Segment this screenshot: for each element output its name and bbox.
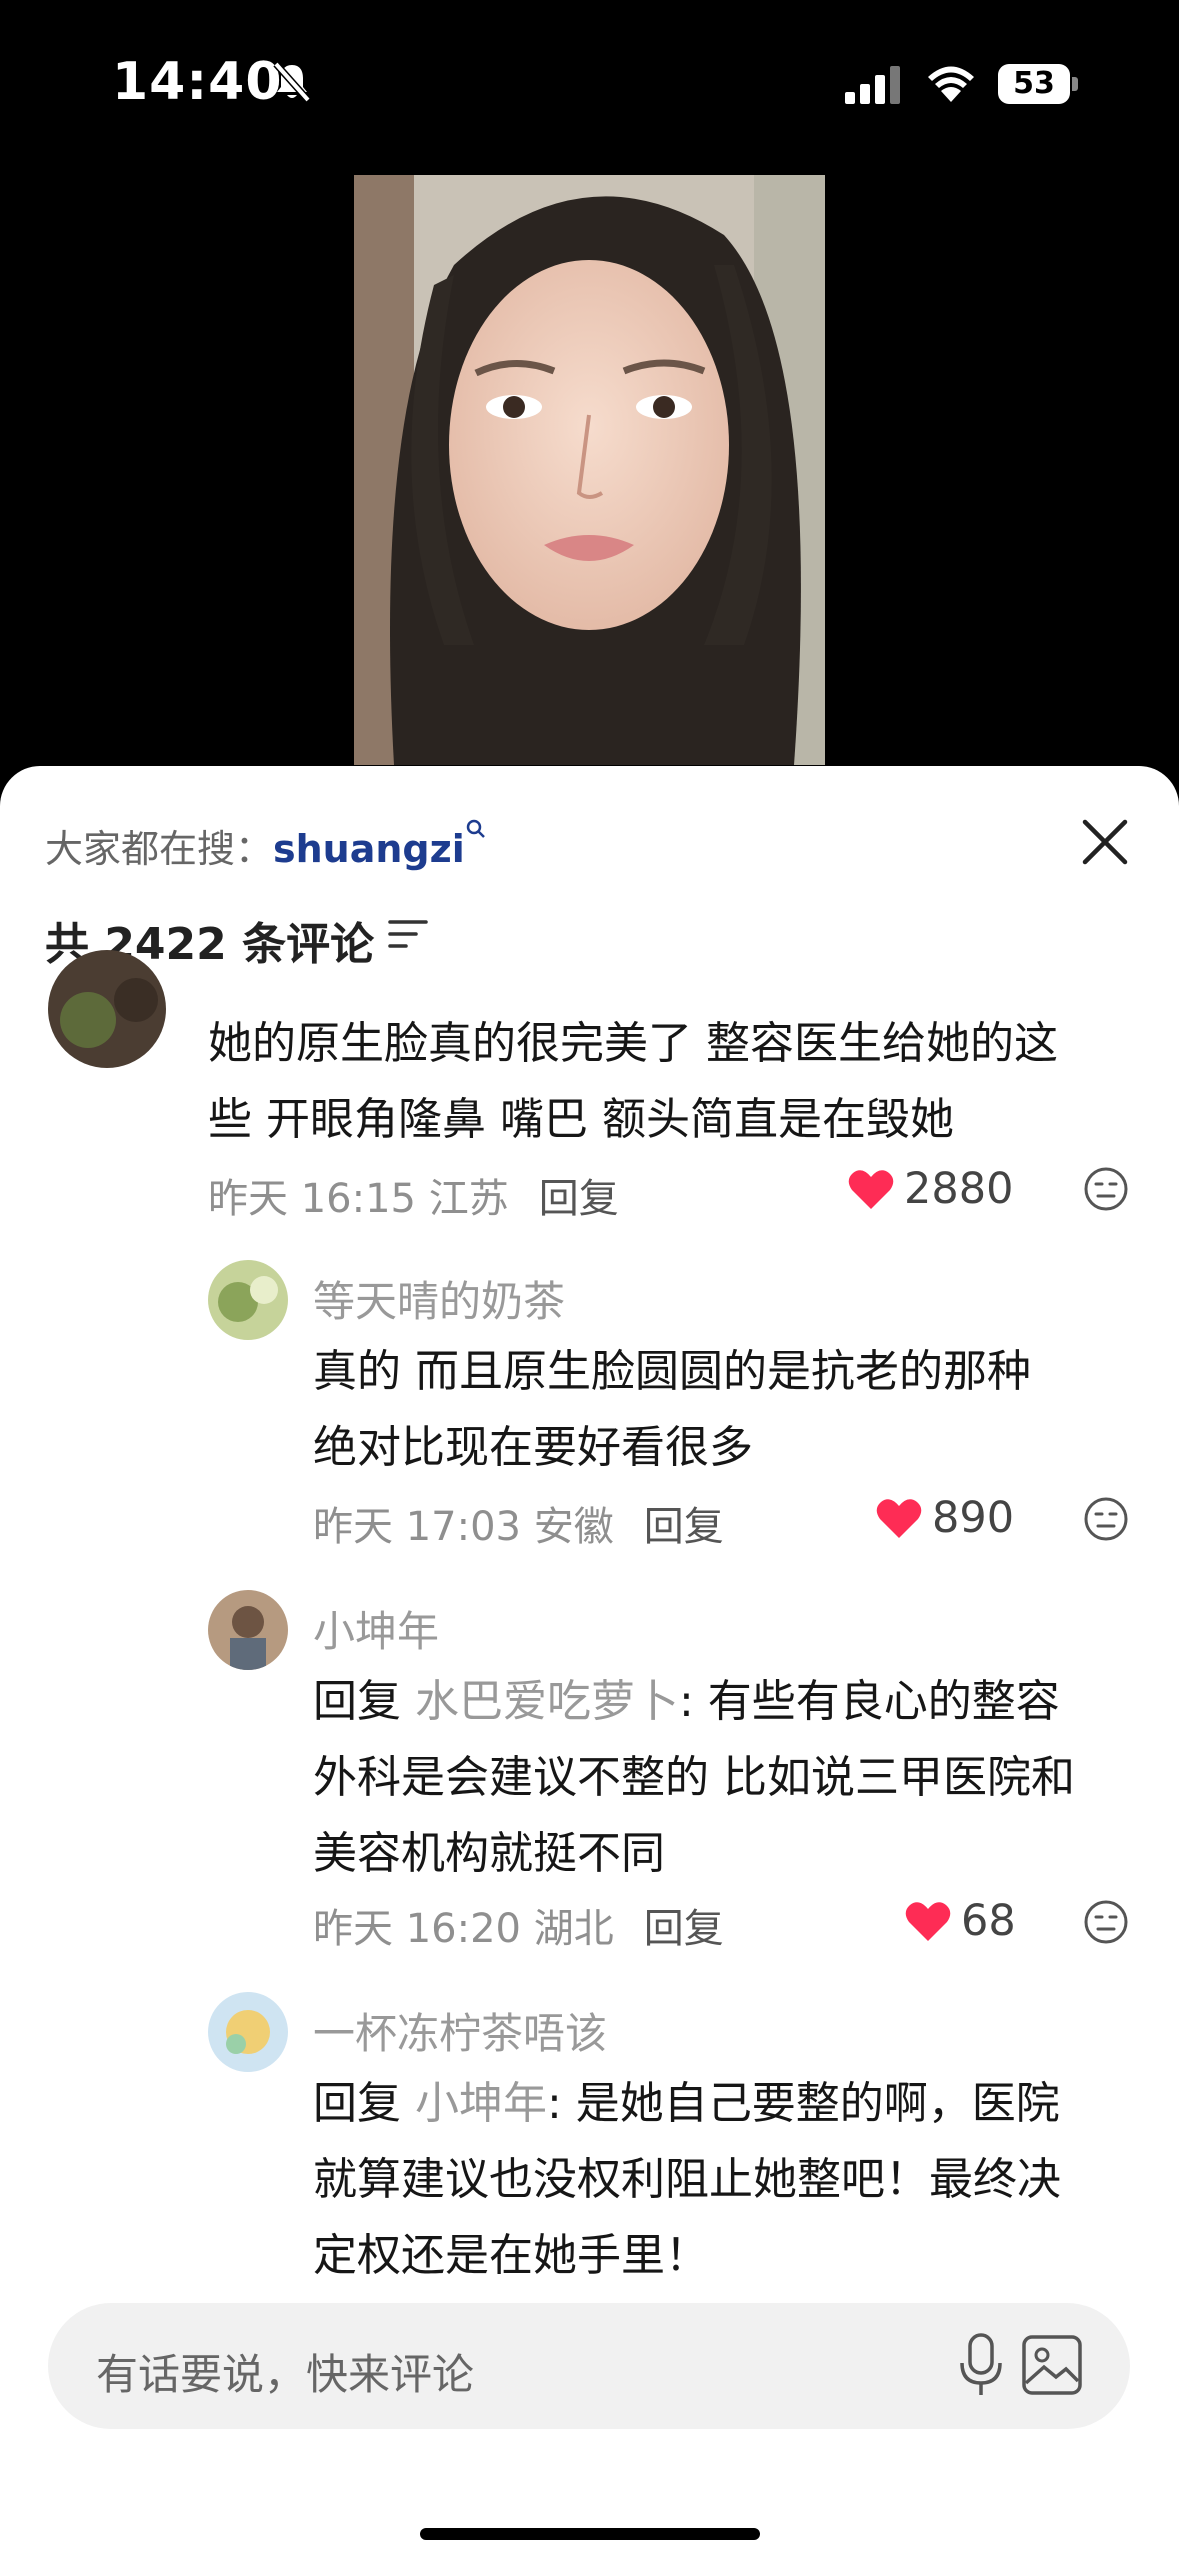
avatar[interactable] [48,950,166,1068]
avatar[interactable] [208,1590,288,1670]
home-indicator [420,2528,760,2540]
like-button[interactable]: 2880 [848,1164,1013,1214]
comment-username[interactable]: 等天晴的奶茶 [313,1268,565,1329]
image-picker-icon[interactable] [1020,2333,1084,2397]
comment-meta: 昨天 17:03 安徽 回复 [313,1494,724,1552]
mention-username[interactable]: 小坤年 [415,2078,547,2129]
heart-icon [848,1170,894,1209]
dislike-face-icon[interactable] [1083,1166,1129,1212]
status-time: 14:40 [112,52,283,112]
like-button[interactable]: 68 [905,1896,1016,1946]
reply-button[interactable]: 回复 [539,1176,619,1222]
heart-icon [876,1499,922,1538]
comment-sheet: 大家都在搜：shuangzi 共 2422 条评论 她的原生脸真的很完美了 整容… [0,766,1179,2556]
reply-button[interactable]: 回复 [644,1504,724,1550]
mute-bell-icon [273,61,311,103]
search-hint-keyword[interactable]: shuangzi [273,827,465,871]
cellular-signal-icon [845,66,900,104]
battery-indicator: 53 [998,64,1078,104]
dislike-face-icon[interactable] [1083,1899,1129,1945]
comment-text: 回复 水巴爱吃萝卜: 有些有良心的整容 外科是会建议不整的 比如说三甲医院和 美… [313,1676,1075,1879]
comment-input-bar[interactable]: 有话要说，快来评论 [48,2303,1130,2429]
comment-username[interactable]: 一杯冻柠茶唔该 [313,2000,607,2061]
trending-search-hint[interactable]: 大家都在搜：shuangzi [45,818,487,873]
like-count: 68 [961,1896,1016,1946]
reply-prefix: 回复 [313,1676,401,1727]
comment-username[interactable]: 小坤年 [313,1598,439,1659]
reply-button[interactable]: 回复 [644,1906,724,1952]
like-count: 2880 [904,1164,1014,1214]
small-search-icon [466,819,485,838]
dislike-face-icon[interactable] [1083,1496,1129,1542]
comment-time-location: 昨天 17:03 安徽 [313,1504,614,1550]
comment-time-location: 昨天 16:15 江苏 [208,1176,509,1222]
avatar[interactable] [208,1260,288,1340]
comment-time-location: 昨天 16:20 湖北 [313,1906,614,1952]
comment-meta: 昨天 16:20 湖北 回复 [313,1896,724,1954]
search-hint-prefix: 大家都在搜： [45,827,274,871]
microphone-icon[interactable] [956,2331,1006,2401]
video-frame-image [354,175,825,765]
comment-meta: 昨天 16:15 江苏 回复 [208,1166,619,1224]
battery-level: 53 [1013,66,1055,101]
reply-prefix: 回复 [313,2078,401,2129]
avatar[interactable] [208,1992,288,2072]
video-player[interactable] [354,175,825,765]
like-button[interactable]: 890 [876,1493,1014,1543]
heart-icon [905,1902,951,1941]
sort-filter-icon[interactable] [388,916,428,952]
mention-username[interactable]: 水巴爱吃萝卜 [415,1676,679,1727]
wifi-icon [928,66,974,102]
like-count: 890 [932,1493,1015,1543]
status-bar: 14:40 53 [0,0,1179,175]
comment-text: 回复 小坤年: 是她自己要整的啊，医院 就算建议也没权利阻止她整吧！最终决 定权… [313,2078,1061,2281]
comment-input-placeholder: 有话要说，快来评论 [96,2350,475,2399]
comment-text: 真的 而且原生脸圆圆的是抗老的那种 绝对比现在要好看很多 [313,1346,1031,1473]
comment-text: 她的原生脸真的很完美了 整容医生给她的这 些 开眼角隆鼻 嘴巴 额头简直是在毁她 [208,1018,1058,1145]
close-icon[interactable] [1075,812,1135,872]
